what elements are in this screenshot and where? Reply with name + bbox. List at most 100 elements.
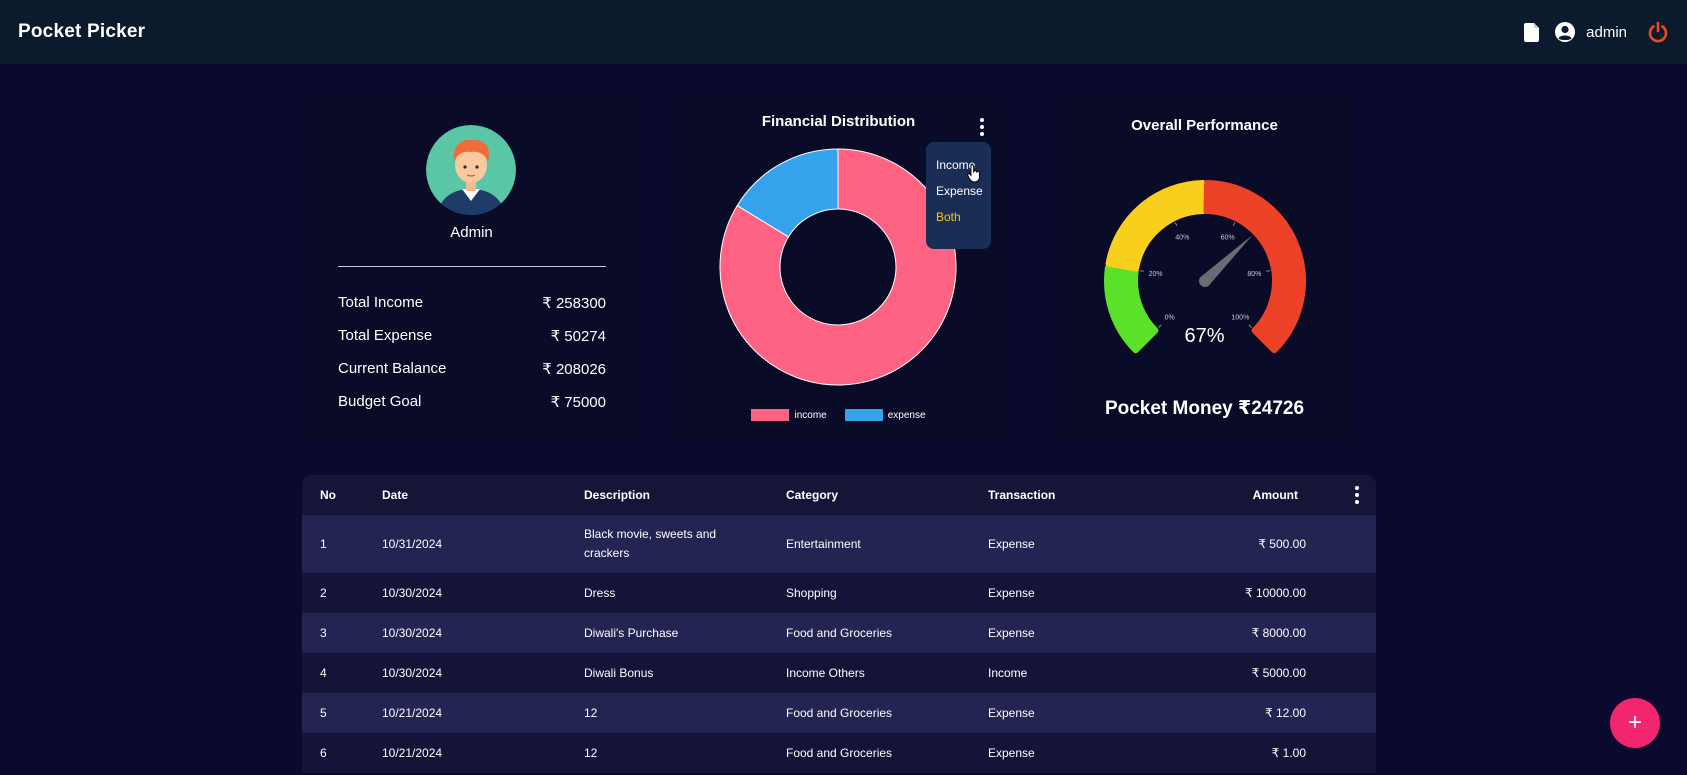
dropdown-item-income[interactable]: Income [926,152,991,178]
table-header: No Date Description Category Transaction… [302,475,1376,515]
header-transaction[interactable]: Transaction [988,488,1055,502]
chart-filter-dropdown: Income Expense Both [926,142,991,249]
cell-category: Food and Groceries [786,626,893,640]
cell-date: 10/21/2024 [382,746,443,760]
cell-transaction: Expense [988,537,1035,551]
dropdown-item-both[interactable]: Both [926,204,991,230]
cell-no: 1 [320,537,327,551]
pocket-money: Pocket Money ₹24726 [1104,398,1305,419]
hand-cursor-icon [967,165,980,183]
cell-category: Food and Groceries [786,746,893,760]
cell-description: Diwali's Purchase [584,625,679,640]
cell-amount: ₹ 10000.00 [1244,586,1306,600]
performance-title: Overall Performance [1131,117,1278,134]
stat-total-income: Total Income ₹ 258300 [338,294,606,312]
table-row[interactable]: 6 10/21/2024 12 Food and Groceries Expense ₹ … [302,733,1376,773]
gauge-tick [1232,221,1236,226]
cell-transaction: Expense [988,706,1035,720]
cell-no: 4 [320,666,327,680]
table-row[interactable]: 4 10/30/2024 Diwali Bonus Income Others Inco… [302,653,1376,693]
cell-transaction: Expense [988,626,1035,640]
document-icon[interactable] [1524,22,1540,42]
cell-description: Black movie, sweets and crackers [584,527,717,560]
table-body: 1 10/31/2024 Black movie, sweets and crack… [302,515,1376,773]
gauge-tick-label: 0% [1165,314,1175,321]
stat-value: ₹ 75000 [550,394,606,411]
app-title: Pocket Picker [18,21,146,42]
top-navbar: Pocket Picker admin [0,0,1687,64]
legend-item-expense[interactable]: expense [844,409,926,421]
gauge-tick [1174,221,1178,226]
table-row[interactable]: 2 10/30/2024 Dress Shopping Expense ₹ 10000.0… [302,573,1376,613]
performance-gauge: 0% 20% 40% 60% 80% 100% [1104,180,1306,354]
legend-swatch-income [751,409,790,421]
cell-transaction: Expense [988,586,1035,600]
chart-title: Financial Distribution [761,113,916,130]
cell-transaction: Expense [988,746,1035,760]
header-description[interactable]: Description [584,486,734,505]
cell-amount: ₹ 5000.00 [1251,666,1306,680]
cell-description: Diwali Bonus [584,665,654,680]
table-row[interactable]: 1 10/31/2024 Black movie, sweets and crack… [302,515,1376,573]
gauge-tick-label: 40% [1175,234,1189,241]
profile-name: Admin [450,224,493,241]
stat-label: Total Expense [338,327,433,344]
cell-no: 6 [320,746,327,760]
profile-divider [338,266,606,267]
chart-menu-icon[interactable] [977,116,987,138]
cell-category: Income Others [786,666,865,680]
header-amount[interactable]: Amount [1158,488,1298,502]
cell-description: 12 [584,705,598,720]
power-icon[interactable] [1647,21,1669,43]
gauge-tick-label: 20% [1149,271,1163,278]
stat-label: Budget Goal [338,393,422,410]
cell-category: Food and Groceries [786,706,893,720]
legend-label-income: income [794,409,827,421]
cell-date: 10/30/2024 [382,626,443,640]
gauge-tick [1266,270,1271,272]
gauge-tick-label: 100% [1231,314,1249,321]
cell-amount: ₹ 12.00 [1265,706,1306,720]
cell-date: 10/30/2024 [382,666,443,680]
stat-current-balance: Current Balance ₹ 208026 [338,360,606,378]
legend-swatch-expense [844,409,883,421]
avatar [426,125,516,215]
header-no[interactable]: No [320,488,336,502]
dropdown-item-expense[interactable]: Expense [926,178,991,204]
stat-value: ₹ 258300 [542,295,606,312]
cell-transaction: Income [988,666,1028,680]
gauge-zone-mid [1105,180,1207,272]
user-name[interactable]: admin [1586,24,1627,41]
overall-performance-card: Overall Performance 0% 20% 40% 60% 80% 100% 6… [1053,93,1356,443]
table-row[interactable]: 3 10/30/2024 Diwali's Purchase Food and Gro… [302,613,1376,653]
stat-label: Total Income [338,294,424,311]
cell-date: 10/31/2024 [382,537,443,551]
table-menu-icon[interactable] [1352,484,1362,506]
table-row[interactable]: 5 10/21/2024 12 Food and Groceries Expense ₹ … [302,693,1376,733]
stat-value: ₹ 50274 [550,328,606,345]
cell-category: Entertainment [786,537,861,551]
legend-item-income[interactable]: income [751,409,827,421]
user-account-icon[interactable] [1554,21,1576,43]
cell-description: 12 [584,745,598,760]
cell-amount: ₹ 8000.00 [1251,626,1306,640]
header-category[interactable]: Category [786,488,838,502]
transactions-table: No Date Description Category Transaction… [302,475,1376,775]
cell-amount: ₹ 500.00 [1258,537,1306,551]
gauge-needle-hub [1199,275,1211,287]
legend-label-expense: expense [887,409,926,421]
gauge-tick-label: 80% [1247,271,1261,278]
profile-card: Admin Total Income ₹ 258300 Total Expens… [303,93,640,443]
cell-date: 10/30/2024 [382,586,443,600]
stat-budget-goal: Budget Goal ₹ 75000 [338,393,606,411]
cell-no: 2 [320,586,327,600]
stat-label: Current Balance [338,360,447,377]
cell-date: 10/21/2024 [382,706,443,720]
cell-description: Dress [584,585,616,600]
gauge-tick [1139,270,1144,272]
header-date[interactable]: Date [382,488,408,502]
gauge-tick-label: 60% [1221,234,1235,241]
add-transaction-button[interactable]: + [1610,698,1660,748]
cell-no: 3 [320,626,327,640]
top-actions: admin [1524,21,1669,43]
